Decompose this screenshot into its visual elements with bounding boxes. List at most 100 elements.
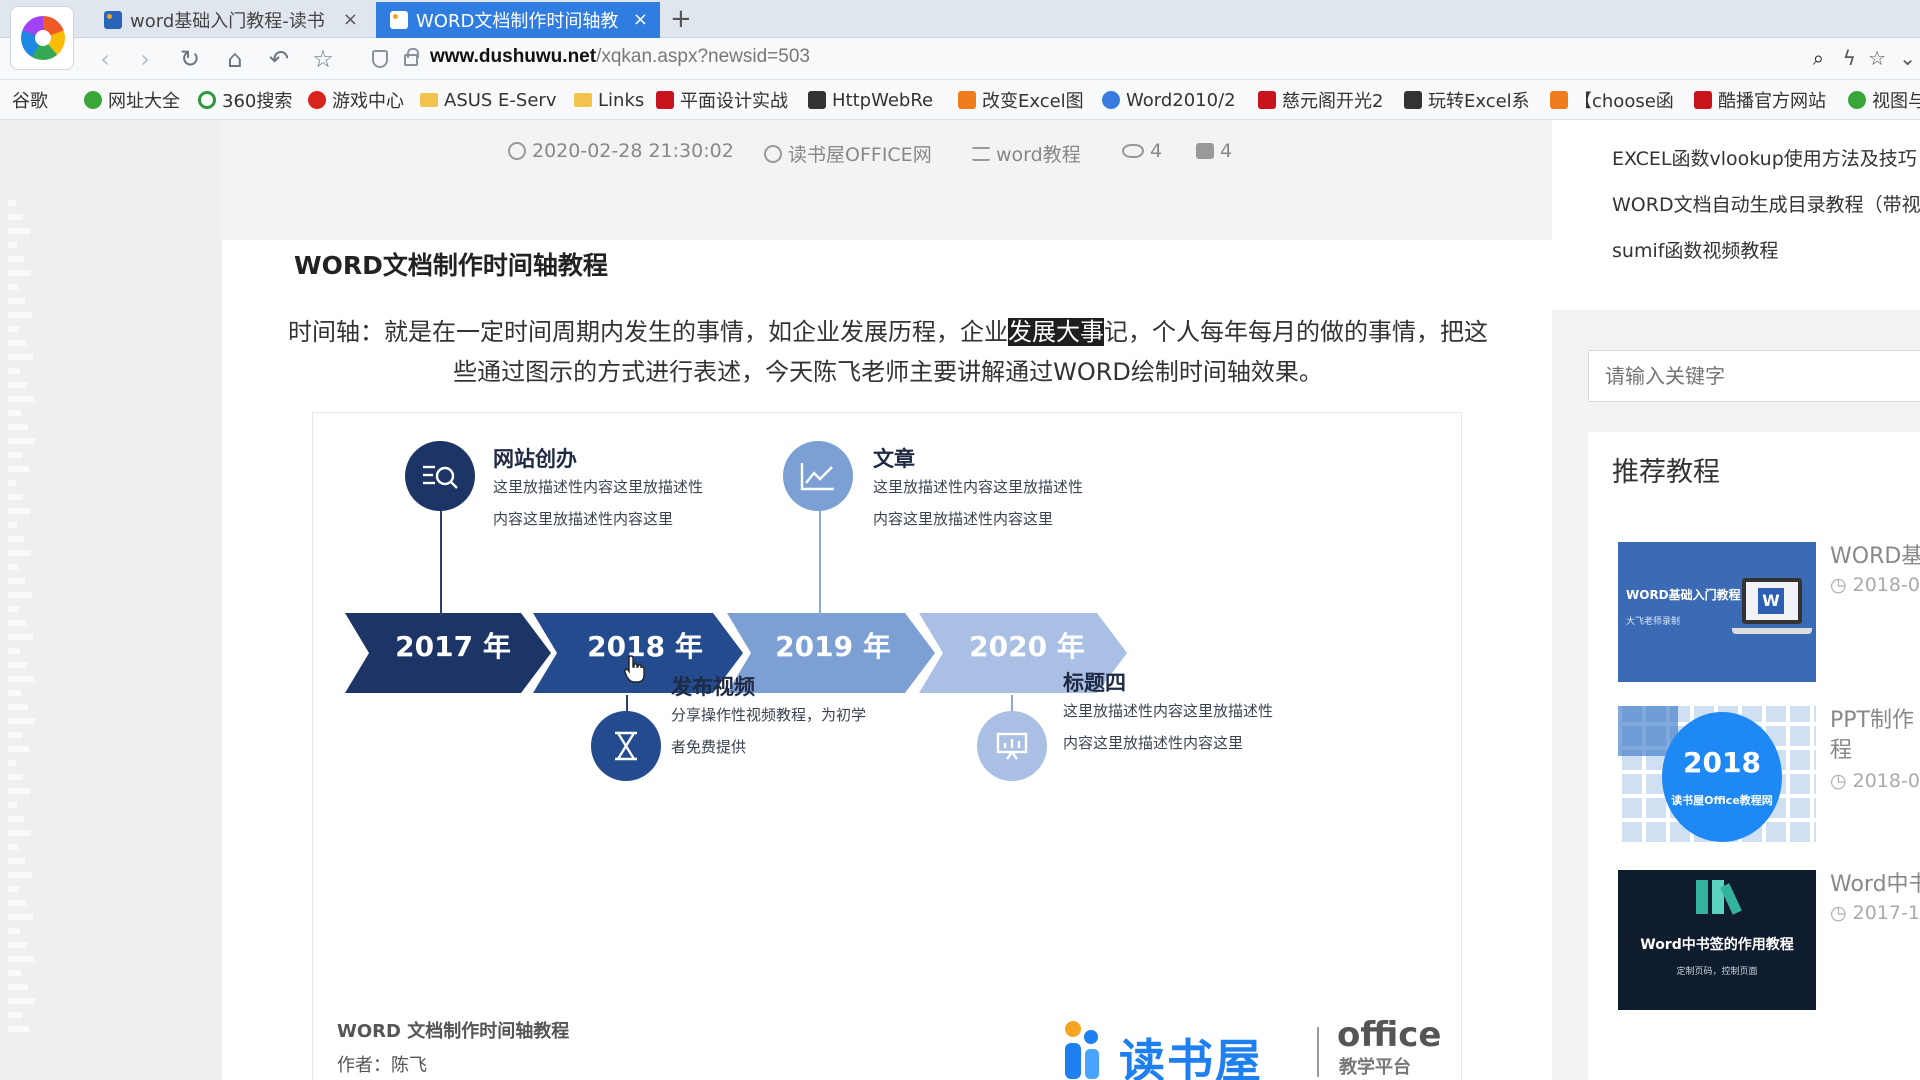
meta-category[interactable]: word教程 [972,140,1081,167]
bookmarks-bar: 谷歌 网址大全 360搜索 游戏中心 ASUS E-Serv Links 平面设计实战 Htt… [0,80,1920,120]
recommended-item-date: ◷ 2018-0 [1830,770,1920,792]
recommended-item-name-line2[interactable]: 程 [1830,736,1920,766]
year-2020-label: 2020 年 [969,630,1085,663]
gutter-stripe [8,312,32,318]
restore-tab-button[interactable]: ↶ [264,44,294,74]
bookmark-item[interactable]: 网址大全 [84,88,180,112]
bookmark-item[interactable]: ASUS E-Serv [420,88,556,112]
year-2017-label: 2017 年 [395,630,511,663]
thumbnail-ppt[interactable]: 2018 读书屋Office教程网 [1618,706,1816,846]
meta-site-text: 读书屋OFFICE网 [788,144,932,166]
recommended-item[interactable]: WORD基础入门教程 大飞老师录制 W WORD基 ◷ 2018-0 [1618,542,1920,682]
gutter-stripe [8,998,35,1004]
recommended-item[interactable]: 2018 读书屋Office教程网 PPT制作 程 ◷ 2018-0 [1618,706,1920,846]
gutter-stripe [8,872,32,878]
bookmark-redsq-icon [656,91,674,109]
shield-icon[interactable] [372,50,388,68]
address-input[interactable]: www.dushuwu.net/xqkan.aspx?newsid=503 [430,46,810,68]
browser-logo-icon[interactable] [10,6,74,70]
recommended-panel: 推荐教程 WORD基础入门教程 大飞老师录制 W WORD基 ◷ 2018-0 [1588,432,1920,1080]
gutter-stripe [8,928,20,934]
recommended-item-name[interactable]: PPT制作 [1830,706,1920,736]
gutter-stripe [8,914,33,920]
url-domain: www.dushuwu.net [430,46,597,67]
related-link[interactable]: EXCEL函数vlookup使用方法及技巧 [1612,144,1917,171]
home-button[interactable]: ⌂ [220,44,250,74]
bookmark-blue-icon [1102,91,1120,109]
bookmark-item[interactable]: Word2010/2 [1102,88,1236,112]
meta-site[interactable]: 读书屋OFFICE网 [764,140,932,167]
text-selection-highlight: 发展大事 [1008,318,1104,346]
date-text: 2018-0 [1852,770,1920,792]
related-link[interactable]: WORD文档自动生成目录教程（带视 [1612,190,1920,217]
article-meta-band: 2020-02-28 21:30:02 读书屋OFFICE网 word教程 4 … [222,120,1552,240]
tab-word-timeline[interactable]: WORD文档制作时间轴教 × [376,2,660,38]
gutter-stripe [8,732,22,738]
web-page: 2020-02-28 21:30:02 读书屋OFFICE网 word教程 4 … [0,120,1920,1080]
event-title: 发布视频 [671,675,755,699]
tab-close-icon[interactable]: × [633,9,648,30]
lightning-icon[interactable]: ϟ [1843,46,1856,70]
bookmark-item[interactable]: 慈元阁开光2 [1258,88,1383,112]
search-input[interactable] [1589,351,1920,401]
gutter-stripe [8,788,30,794]
zoom-icon[interactable]: ⌕ [1813,46,1824,70]
bookmark-green-icon [84,91,102,109]
bookmark-folder-icon [574,93,592,107]
gutter-stripe [8,228,30,234]
favorite-star-icon[interactable]: ☆ [1868,46,1886,70]
bookmark-redsq-icon [1694,91,1712,109]
bookmark-item[interactable]: 360搜索 [198,88,292,112]
thumbnail-word-basics[interactable]: WORD基础入门教程 大飞老师录制 W [1618,542,1816,682]
meta-views-text: 4 [1150,140,1163,162]
bookmark-item[interactable]: 谷歌 [12,88,48,112]
reload-button[interactable]: ↻ [175,44,205,74]
bookmark-label: ASUS E-Serv [444,89,557,111]
bookmark-label: 慈元阁开光2 [1282,91,1384,112]
gutter-stripe [8,466,29,472]
tab-close-icon[interactable]: × [343,9,358,30]
line-chart-icon [783,441,853,511]
chevron-down-icon[interactable]: ⌄ [1899,46,1916,70]
recommended-item[interactable]: Word中书签的作用教程 定制页码，控制页面 Word中书 ◷ 2017-1 [1618,870,1920,1010]
bookmark-label: 谷歌 [12,91,48,112]
recommended-item-name[interactable]: WORD基 [1830,542,1920,572]
globe-icon [764,144,782,163]
recommended-item-name[interactable]: Word中书 [1830,870,1920,900]
logo-subtitle: 教学平台 [1339,1057,1411,1078]
bookmark-item[interactable]: 酷播官方网站 [1694,88,1826,112]
bookmark-item[interactable]: 【choose函 [1550,88,1674,112]
thumbnail-word-bookmark[interactable]: Word中书签的作用教程 定制页码，控制页面 [1618,870,1816,1010]
bookmark-item[interactable]: 游戏中心 [308,88,404,112]
bookmark-item[interactable]: HttpWebRe [808,88,933,112]
related-links: EXCEL函数vlookup使用方法及技巧 WORD文档自动生成目录教程（带视 … [1552,120,1920,310]
bookmark-label: 酷播官方网站 [1718,91,1826,112]
logo-text: 读书屋 [1119,1034,1263,1080]
gutter-stripe [8,704,28,710]
meta-comments[interactable]: 4 [1196,140,1232,162]
bookmark-star-button[interactable]: ☆ [308,44,338,74]
new-tab-button[interactable]: + [670,4,692,34]
bookmark-item[interactable]: 平面设计实战 [656,88,788,112]
bookmark-item[interactable]: 改变Excel图 [958,88,1084,112]
gutter-stripe [8,592,32,598]
forward-button[interactable]: › [130,44,160,74]
recommended-item-date: ◷ 2018-0 [1830,574,1920,596]
bookmark-item[interactable]: 玩转Excel系 [1404,88,1530,112]
tab-label: word基础入门教程-读书 [130,11,325,32]
gutter-stripe [8,844,18,850]
image-caption-title: WORD 文档制作时间轴教程 [337,1021,570,1042]
gutter-stripe [8,284,18,290]
gutter-stripe [8,508,30,514]
back-button[interactable]: ‹ [90,44,120,74]
gutter-stripe [8,396,34,402]
gutter-stripe [8,760,16,766]
bookmark-item[interactable]: 视图与 [1848,88,1920,112]
tab-word-basics[interactable]: word基础入门教程-读书 × [90,2,370,38]
bookmark-red-icon [308,91,326,109]
date-text: 2017-1 [1852,902,1920,924]
bookmark-item[interactable]: Links [574,88,644,112]
bookmark-label: 改变Excel图 [982,91,1084,112]
gutter-stripe [8,368,20,374]
related-link[interactable]: sumif函数视频教程 [1612,236,1778,263]
